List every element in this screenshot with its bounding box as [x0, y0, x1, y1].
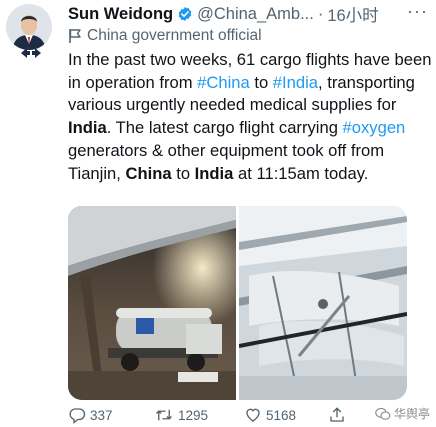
more-icon[interactable]: ··· [407, 1, 428, 22]
text-segment: to [249, 72, 273, 92]
government-label-icon [69, 29, 81, 43]
hashtag-india[interactable]: #India [273, 73, 318, 92]
author-name[interactable]: Sun Weidong [68, 5, 173, 24]
government-label-text: China government official [87, 27, 262, 44]
header-separator: · [317, 4, 324, 23]
retweet-count: 1295 [178, 407, 209, 423]
bold-india: India [194, 163, 234, 183]
reply-icon [69, 408, 86, 424]
hashtag-china[interactable]: #China [197, 73, 250, 92]
retweet-icon [156, 409, 172, 421]
media-photo-1[interactable] [68, 206, 236, 400]
tweet-header: Sun Weidong @China_Amb... · 16小时 ··· [68, 1, 430, 26]
wechat-icon [375, 407, 391, 420]
tweet-media [68, 206, 407, 400]
tweet-text: In the past two weeks, 61 cargo flights … [68, 49, 432, 185]
reply-count: 337 [90, 407, 113, 423]
bold-india: India [68, 118, 107, 138]
hashtag-oxygen[interactable]: #oxygen [343, 118, 406, 137]
share-icon [330, 407, 344, 422]
retweet-button[interactable]: 1295 [154, 406, 208, 424]
watermark-text: 华舆亭 [393, 407, 430, 421]
share-button[interactable] [328, 406, 346, 424]
verified-badge-icon [177, 6, 193, 22]
author-handle[interactable]: @China_Amb... [197, 5, 314, 24]
bold-china: China [125, 163, 172, 183]
flag-badge-icon [18, 46, 44, 60]
author-avatar[interactable] [6, 4, 52, 50]
like-icon [246, 408, 260, 422]
text-segment: . The latest cargo flight carrying [106, 118, 343, 138]
text-segment: at 11:15am today. [233, 163, 369, 183]
tweet-timestamp[interactable]: 16小时 [327, 2, 378, 26]
reply-button[interactable]: 337 [68, 406, 113, 424]
like-button[interactable]: 5168 [244, 406, 296, 424]
avatar-portrait [6, 4, 52, 50]
like-count: 5168 [266, 407, 297, 423]
media-photo-2[interactable] [239, 206, 407, 400]
watermark: 华舆亭 [375, 405, 430, 422]
text-segment: to [171, 163, 195, 183]
government-label[interactable]: China government official [68, 26, 262, 46]
